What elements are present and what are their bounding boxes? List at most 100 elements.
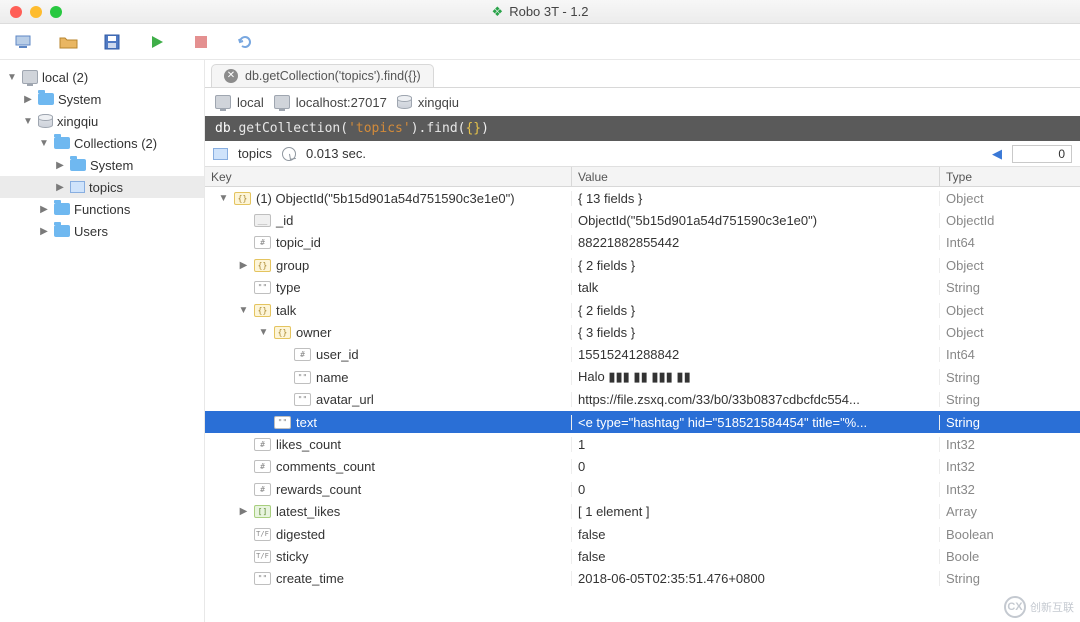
header-value[interactable]: Value xyxy=(572,167,940,186)
code-db: db xyxy=(215,121,231,136)
grid-row[interactable]: ▶[] latest_likes[ 1 element ]Array xyxy=(205,500,1080,522)
grid-row[interactable]: # comments_count0Int32 xyxy=(205,456,1080,478)
result-collection: topics xyxy=(238,146,272,161)
window-title-text: Robo 3T - 1.2 xyxy=(509,4,588,19)
tab-close-icon[interactable]: ✕ xyxy=(224,69,238,83)
grid-row[interactable]: T/F digestedfalseBoolean xyxy=(205,523,1080,545)
cell-value: false xyxy=(572,527,940,542)
grid-row[interactable]: # topic_id88221882855442Int64 xyxy=(205,232,1080,254)
run-button[interactable] xyxy=(146,31,168,53)
grid-row[interactable]: # rewards_count0Int32 xyxy=(205,478,1080,500)
code-braces: {} xyxy=(465,121,481,136)
open-button[interactable] xyxy=(58,31,80,53)
tree-db-system[interactable]: ▶ System xyxy=(0,88,204,110)
cell-type: Boolean xyxy=(940,527,1080,542)
disclosure-icon[interactable]: ▶ xyxy=(54,182,66,193)
disclosure-icon[interactable]: ▼ xyxy=(258,327,269,338)
disclosure-icon[interactable]: ▼ xyxy=(22,116,34,127)
grid-row[interactable]: # likes_count1Int32 xyxy=(205,433,1080,455)
cell-value: talk xyxy=(572,280,940,295)
save-button[interactable] xyxy=(102,31,124,53)
cell-key: comments_count xyxy=(276,459,375,474)
disclosure-icon[interactable]: ▶ xyxy=(238,506,249,517)
cell-value: { 2 fields } xyxy=(572,258,940,273)
result-grid[interactable]: Key Value Type ▼{} (1) ObjectId("5b15d90… xyxy=(205,167,1080,622)
grid-row[interactable]: T/F stickyfalseBoole xyxy=(205,545,1080,567)
stop-button[interactable] xyxy=(190,31,212,53)
tree-label: System xyxy=(58,92,101,107)
query-tabs: ✕ db.getCollection('topics').find({}) xyxy=(205,60,1080,88)
grid-row[interactable]: __ _idObjectId("5b15d901a54d751590c3e1e0… xyxy=(205,209,1080,231)
code-arg: 'topics' xyxy=(348,121,411,136)
cell-key: rewards_count xyxy=(276,482,361,497)
zoom-window-button[interactable] xyxy=(50,6,62,18)
tree-collections[interactable]: ▼ Collections (2) xyxy=(0,132,204,154)
header-type[interactable]: Type xyxy=(940,167,1080,186)
cell-key: _id xyxy=(276,213,293,228)
breadcrumb-address-label: localhost:27017 xyxy=(296,95,387,110)
disclosure-icon[interactable]: ▼ xyxy=(238,305,249,316)
page-input[interactable]: 0 xyxy=(1012,145,1072,163)
type-num-icon: # xyxy=(254,236,271,249)
disclosure-icon[interactable]: ▼ xyxy=(38,138,50,149)
type-bool-icon: T/F xyxy=(254,550,271,563)
tree-users[interactable]: ▶ Users xyxy=(0,220,204,242)
type-str-icon: "" xyxy=(254,572,271,585)
type-str-icon: "" xyxy=(274,416,291,429)
cell-value: 1 xyxy=(572,437,940,452)
cell-key: create_time xyxy=(276,571,344,586)
grid-row[interactable]: "" create_time 2018-06-05T02:35:51.476+08… xyxy=(205,568,1080,590)
type-id-icon: __ xyxy=(254,214,271,227)
code-m2: ).find( xyxy=(411,121,466,136)
tree-functions[interactable]: ▶ Functions xyxy=(0,198,204,220)
disclosure-icon[interactable]: ▼ xyxy=(6,72,18,83)
disclosure-icon[interactable]: ▶ xyxy=(22,94,34,105)
page-prev-icon[interactable]: ◀ xyxy=(992,146,1002,162)
grid-row[interactable]: "" avatar_urlhttps://file.zsxq.com/33/b0… xyxy=(205,389,1080,411)
disclosure-icon[interactable]: ▶ xyxy=(38,226,50,237)
folder-icon xyxy=(54,203,70,215)
code-m1: .getCollection( xyxy=(231,121,348,136)
tree-db-xingqiu[interactable]: ▼ xingqiu xyxy=(0,110,204,132)
query-editor[interactable]: db.getCollection('topics').find({}) xyxy=(205,116,1080,141)
cell-key: latest_likes xyxy=(276,504,340,519)
grid-row[interactable]: "" nameHalo ▮▮▮ ▮▮ ▮▮▮ ▮▮String xyxy=(205,366,1080,388)
cell-type: String xyxy=(940,280,1080,295)
connect-button[interactable] xyxy=(14,31,36,53)
database-icon xyxy=(38,114,53,128)
type-obj-icon: {} xyxy=(234,192,251,205)
connection-tree[interactable]: ▼ local (2) ▶ System ▼ xingqiu ▼ Collect… xyxy=(0,60,205,622)
refresh-button[interactable] xyxy=(234,31,256,53)
clock-icon xyxy=(282,147,296,161)
folder-icon xyxy=(54,225,70,237)
type-arr-icon: [] xyxy=(254,505,271,518)
grid-row[interactable]: ▼{} owner{ 3 fields }Object xyxy=(205,321,1080,343)
grid-row[interactable]: ▶{} group{ 2 fields }Object xyxy=(205,254,1080,276)
grid-row[interactable]: ▼{} (1) ObjectId("5b15d901a54d751590c3e1… xyxy=(205,187,1080,209)
grid-row[interactable]: ▼{} talk{ 2 fields }Object xyxy=(205,299,1080,321)
disclosure-icon[interactable]: ▶ xyxy=(238,260,249,271)
type-obj-icon: {} xyxy=(274,326,291,339)
tree-root-local[interactable]: ▼ local (2) xyxy=(0,66,204,88)
disclosure-icon[interactable]: ▼ xyxy=(218,193,229,204)
tree-collection-system[interactable]: ▶ System xyxy=(0,154,204,176)
close-window-button[interactable] xyxy=(10,6,22,18)
tree-collection-topics[interactable]: ▶ topics xyxy=(0,176,204,198)
breadcrumb-host[interactable]: local xyxy=(215,95,264,110)
tab-title: db.getCollection('topics').find({}) xyxy=(245,69,421,83)
grid-row[interactable]: "" text<e type="hashtag" hid="5185215844… xyxy=(205,411,1080,433)
type-str-icon: "" xyxy=(294,393,311,406)
disclosure-icon[interactable]: ▶ xyxy=(38,204,50,215)
minimize-window-button[interactable] xyxy=(30,6,42,18)
breadcrumb-address[interactable]: localhost:27017 xyxy=(274,95,387,110)
query-tab[interactable]: ✕ db.getCollection('topics').find({}) xyxy=(211,64,434,87)
disclosure-icon[interactable]: ▶ xyxy=(54,160,66,171)
cell-value: 2018-06-05T02:35:51.476+0800 xyxy=(572,571,940,586)
breadcrumb-db[interactable]: xingqiu xyxy=(397,95,459,110)
table-icon xyxy=(213,148,228,160)
grid-row[interactable]: "" typetalkString xyxy=(205,277,1080,299)
cell-type: Int32 xyxy=(940,459,1080,474)
header-key[interactable]: Key xyxy=(205,167,572,186)
grid-row[interactable]: # user_id15515241288842Int64 xyxy=(205,344,1080,366)
folder-icon xyxy=(70,159,86,171)
